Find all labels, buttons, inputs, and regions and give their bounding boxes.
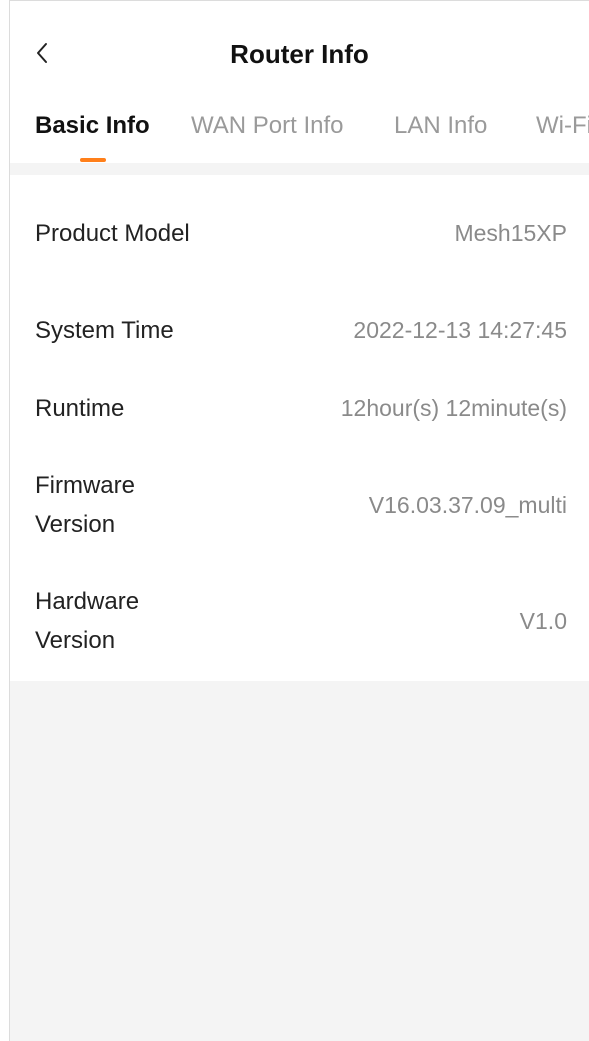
section-divider xyxy=(10,163,589,175)
tab-wifi[interactable]: Wi-Fi xyxy=(536,109,589,143)
tab-basic-info[interactable]: Basic Info xyxy=(35,109,150,143)
info-label: Runtime xyxy=(35,394,125,422)
info-row-system-time: System Time 2022-12-13 14:27:45 xyxy=(10,291,589,369)
basic-info-list: Product Model Mesh15XP System Time 2022-… xyxy=(10,175,589,681)
tab-lan-info[interactable]: LAN Info xyxy=(394,109,487,143)
tab-wan-port-info[interactable]: WAN Port Info xyxy=(191,109,343,143)
info-label: Product Model xyxy=(35,219,190,247)
info-row-firmware-version: Firmware Version V16.03.37.09_multi xyxy=(10,447,589,563)
info-row-hardware-version: Hardware Version V1.0 xyxy=(10,563,589,679)
info-value: 12hour(s) 12minute(s) xyxy=(340,395,567,421)
router-info-screen: Router Info Basic Info WAN Port Info LAN… xyxy=(9,0,589,1041)
info-label: Hardware Version xyxy=(35,588,140,654)
header-bar: Router Info xyxy=(10,1,589,89)
info-row-product-model: Product Model Mesh15XP xyxy=(10,175,589,291)
info-value: V16.03.37.09_multi xyxy=(368,492,567,518)
info-label: Firmware Version xyxy=(35,472,135,538)
info-value: Mesh15XP xyxy=(454,220,567,246)
page-title: Router Info xyxy=(230,39,369,69)
info-label: System Time xyxy=(35,316,174,344)
info-value: 2022-12-13 14:27:45 xyxy=(353,317,567,343)
info-row-runtime: Runtime 12hour(s) 12minute(s) xyxy=(10,369,589,447)
active-tab-indicator xyxy=(80,158,106,162)
info-value: V1.0 xyxy=(519,608,567,634)
tab-bar: Basic Info WAN Port Info LAN Info Wi-Fi xyxy=(10,89,589,163)
empty-area xyxy=(10,681,589,1041)
